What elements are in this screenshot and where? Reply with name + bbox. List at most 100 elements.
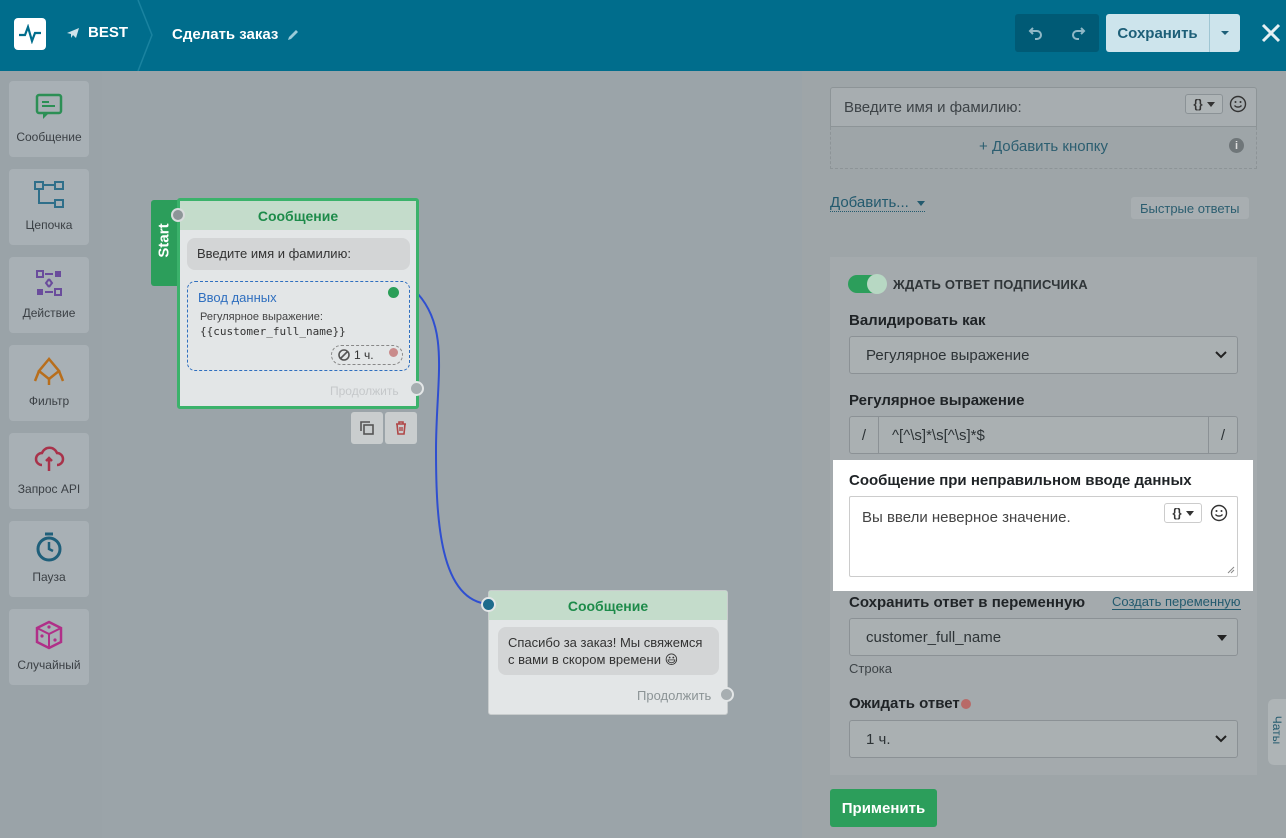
info-icon[interactable]: i (1229, 138, 1244, 153)
tool-label: Сообщение (16, 130, 82, 144)
redo-button[interactable] (1057, 14, 1099, 52)
regex-value: ^[^\s]*\s[^\s]*$ (892, 427, 985, 444)
add-more-dropdown[interactable]: Добавить... (830, 194, 925, 212)
variable-select[interactable]: customer_full_name (849, 618, 1238, 656)
variable-type: Строка (849, 661, 893, 676)
settings-panel: Введите имя и фамилию: {} + Добавить кно… (802, 71, 1286, 838)
regex-input[interactable]: / ^[^\s]*\s[^\s]*$ / (849, 416, 1238, 454)
tool-chain[interactable]: Цепочка (9, 169, 89, 245)
flow-title[interactable]: Сделать заказ (172, 26, 300, 43)
output-port-continue[interactable] (409, 381, 424, 396)
timeout-value: 1 ч. (354, 348, 374, 362)
insert-variable-button[interactable]: {} (1185, 94, 1223, 114)
continue-label: Продолжить (330, 384, 399, 398)
node-title: Сообщение (180, 201, 416, 230)
save-button[interactable]: Сохранить (1106, 14, 1209, 52)
input-title: Ввод данных (198, 290, 277, 305)
telegram-icon (67, 27, 79, 38)
variable-icon: {} (1172, 506, 1182, 520)
tool-label: Случайный (17, 658, 81, 672)
tool-label: Запрос API (17, 482, 81, 496)
pencil-icon[interactable] (286, 28, 300, 42)
tool-label: Цепочка (25, 218, 73, 232)
chevron-down-icon (916, 200, 925, 206)
tool-random[interactable]: Случайный (9, 609, 89, 685)
add-button-row[interactable]: + Добавить кнопку i (830, 127, 1257, 169)
message-node-2[interactable]: Сообщение Спасибо за заказ! Мы свяжемся … (488, 590, 728, 715)
wait-select[interactable]: 1 ч. (849, 720, 1238, 758)
emoji-icon[interactable] (1210, 504, 1228, 522)
tool-message[interactable]: Сообщение (9, 81, 89, 157)
save-options-button[interactable] (1209, 14, 1240, 52)
save-var-label: Сохранить ответ в переменную (849, 594, 1086, 611)
breadcrumb-separator (137, 0, 153, 71)
output-port-continue[interactable] (719, 687, 734, 702)
tool-label: Действие (22, 306, 76, 320)
input-block[interactable]: Ввод данных Регулярное выражение: {{cust… (187, 281, 410, 371)
node-title: Сообщение (489, 591, 727, 620)
invalid-message-textarea[interactable]: Вы ввели неверное значение. {} (849, 496, 1238, 577)
top-bar: BEST Сделать заказ Сохранить (0, 0, 1286, 71)
quick-replies-button[interactable]: Быстрые ответы (1131, 197, 1249, 219)
chats-label: Чаты (1270, 715, 1284, 745)
message-bubble: Введите имя и фамилию: (187, 238, 410, 270)
chevron-down-icon (1215, 351, 1227, 359)
delete-node-button[interactable] (385, 412, 417, 444)
redo-icon (1072, 27, 1086, 40)
insert-variable-button[interactable]: {} (1164, 503, 1202, 523)
tool-label: Фильтр (28, 394, 70, 408)
chats-tab[interactable]: Чаты (1268, 699, 1286, 765)
create-variable-link[interactable]: Создать переменную (1112, 594, 1241, 610)
undo-button[interactable] (1015, 14, 1057, 52)
invalid-message-section: Сообщение при неправильном вводе данных … (833, 460, 1253, 591)
block-icon (338, 349, 350, 361)
wait-reply-toggle[interactable] (848, 274, 887, 294)
emoji-icon[interactable] (1229, 95, 1247, 113)
regex-field-label: Регулярное выражение (849, 392, 1025, 409)
breadcrumb-project[interactable]: BEST (66, 24, 128, 41)
variable-icon: {} (1193, 97, 1203, 111)
flow-title-text: Сделать заказ (172, 26, 279, 43)
message-icon (35, 93, 63, 119)
resize-handle-icon[interactable] (1227, 566, 1235, 574)
input-port[interactable] (171, 208, 185, 222)
filter-icon (33, 357, 65, 385)
tool-api-request[interactable]: Запрос API (9, 433, 89, 509)
message-text-field[interactable]: Введите имя и фамилию: {} (830, 87, 1257, 127)
validate-value: Регулярное выражение (866, 346, 1030, 364)
undo-icon (1028, 27, 1042, 40)
copy-icon (360, 421, 374, 435)
input-port[interactable] (481, 597, 496, 612)
action-icon (36, 270, 62, 296)
start-label: Start (155, 223, 173, 258)
validate-select[interactable]: Регулярное выражение (849, 336, 1238, 374)
tool-filter[interactable]: Фильтр (9, 345, 89, 421)
chain-icon (34, 181, 64, 208)
tool-pause[interactable]: Пауза (9, 521, 89, 597)
regex-open-slash: / (850, 417, 879, 453)
tool-action[interactable]: Действие (9, 257, 89, 333)
continue-label: Продолжить (637, 688, 712, 703)
pulse-icon (19, 24, 41, 44)
regex-label: Регулярное выражение: (200, 311, 323, 323)
apply-button[interactable]: Применить (830, 789, 937, 827)
duplicate-node-button[interactable] (351, 412, 383, 444)
validate-label: Валидировать как (849, 312, 986, 329)
output-port-input[interactable] (386, 285, 401, 300)
regex-close-slash: / (1208, 417, 1237, 453)
chevron-down-icon (1185, 510, 1194, 516)
trash-icon (396, 421, 406, 435)
history-controls (1015, 14, 1099, 52)
flow-canvas[interactable] (102, 71, 802, 838)
message-bubble: Спасибо за заказ! Мы свяжемся с вами в с… (498, 627, 719, 675)
project-name: BEST (88, 24, 129, 41)
api-request-icon (34, 446, 65, 471)
toggle-knob (867, 274, 887, 294)
close-icon[interactable] (1258, 20, 1284, 46)
pause-icon (36, 532, 62, 562)
logo[interactable] (14, 18, 46, 50)
variable-value: customer_full_name (866, 628, 1002, 646)
output-port-timeout[interactable] (387, 346, 400, 359)
add-more-label: Добавить... (830, 194, 909, 211)
message-node-1[interactable]: Сообщение Введите имя и фамилию: Ввод да… (177, 198, 419, 409)
